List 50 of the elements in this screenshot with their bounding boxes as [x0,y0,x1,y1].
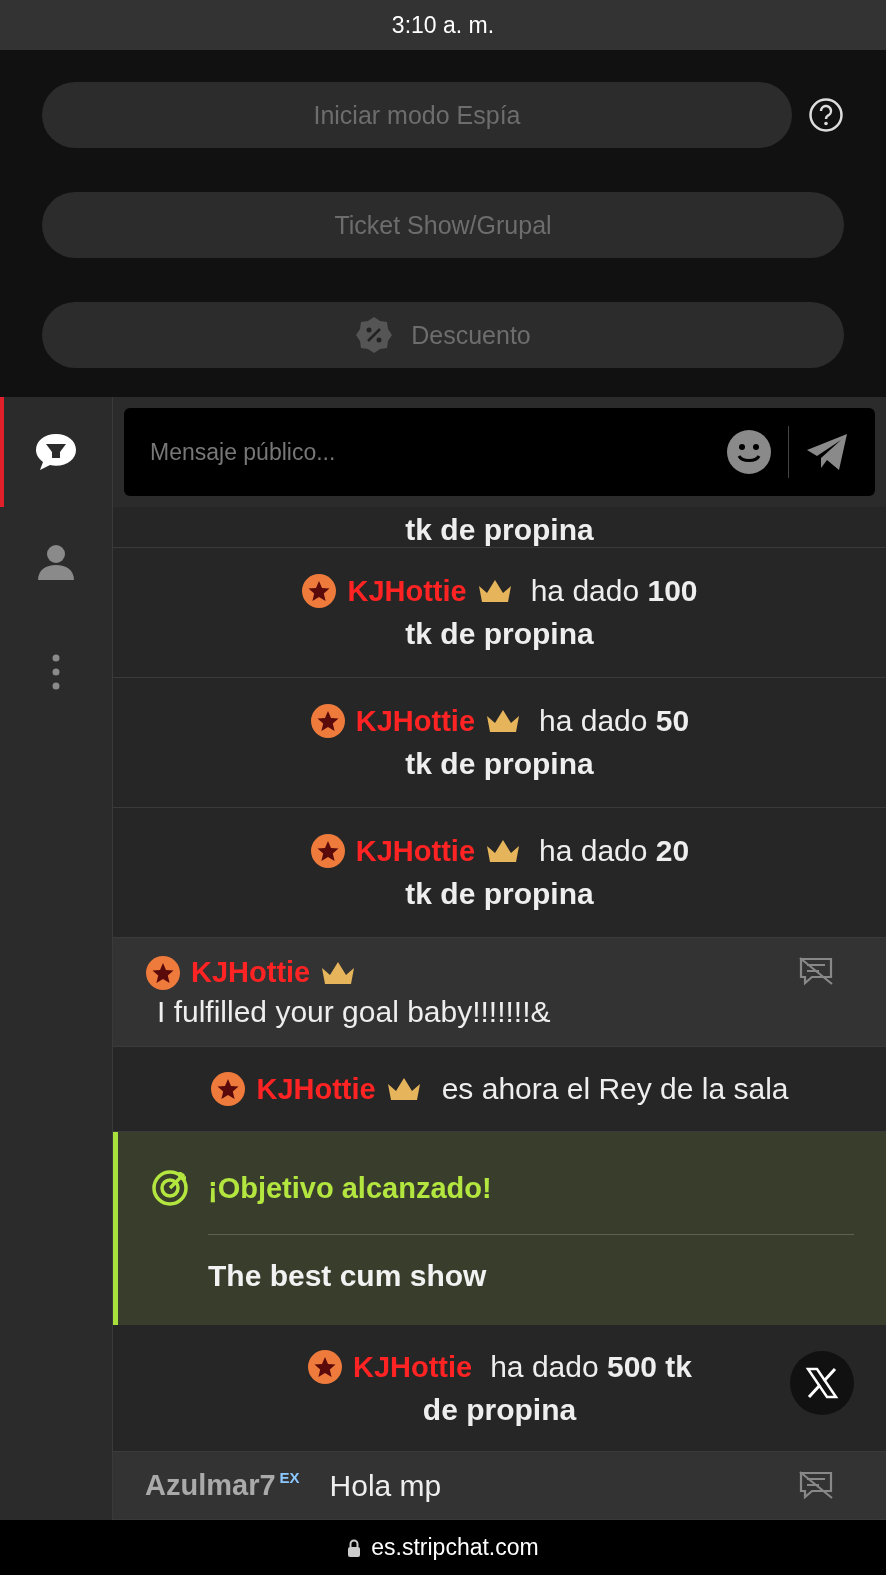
tip-text: de propina [422,1393,577,1428]
target-icon [150,1168,190,1209]
tip-text: tk de propina [405,877,594,912]
user-icon [37,544,75,580]
message-input[interactable]: Mensaje público... [148,437,710,467]
crown-icon [385,1076,422,1103]
discount-icon [355,316,394,354]
chat-icon [34,432,78,472]
star-badge-icon [301,573,338,610]
username[interactable]: KJHottie [347,574,467,608]
url-text[interactable]: es.stripchat.com [371,1534,539,1561]
goal-title: ¡Objetivo alcanzado! [208,1171,492,1205]
hide-message-icon[interactable] [798,1470,834,1501]
message-text: I fulfilled your goal baby!!!!!!!& [157,994,551,1029]
username[interactable]: KJHottie [256,1072,376,1106]
tip-text: ha dado 50 [539,704,690,739]
star-badge-icon [309,703,346,740]
username[interactable]: KJHottie [355,704,476,738]
star-badge-icon [309,833,346,870]
more-icon [51,654,61,690]
action-button[interactable]: Ticket Show/Grupal [42,192,844,258]
status-time: 3:10 a. m. [391,11,495,39]
username[interactable]: KJHottie [355,834,476,868]
tip-text: tk de propina [405,747,594,782]
tip-text: ha dado 100 [530,574,698,609]
username[interactable]: KJHottie [191,956,311,990]
send-icon[interactable] [805,432,849,472]
message-text: Hola mp [329,1468,442,1503]
tip-text: tk de propina [405,617,594,652]
lock-icon [347,1538,362,1557]
message-text: es ahora el Rey de la sala [441,1072,789,1107]
star-badge-icon [145,954,181,991]
action-button[interactable]: Descuento [42,302,844,368]
tip-text: ha dado 500 tk [490,1350,693,1385]
crown-icon [485,838,522,865]
goal-text: The best cum show [208,1259,488,1294]
emoji-icon[interactable] [726,429,772,475]
action-button[interactable]: Iniciar modo Espía [42,82,792,148]
tip-text: ha dado 20 [539,834,690,869]
x-logo-icon [805,1366,839,1401]
hide-message-icon[interactable] [798,955,834,986]
crown-icon [476,578,513,605]
user-level-label: EX [279,1468,300,1486]
username[interactable]: Azulmar7 [145,1469,276,1502]
username[interactable]: KJHottie [352,1350,473,1384]
tip-text: tk de propina [405,512,594,547]
crown-icon [485,708,522,735]
star-badge-icon [306,1349,343,1386]
help-icon[interactable] [808,97,844,133]
star-badge-icon [210,1071,247,1108]
